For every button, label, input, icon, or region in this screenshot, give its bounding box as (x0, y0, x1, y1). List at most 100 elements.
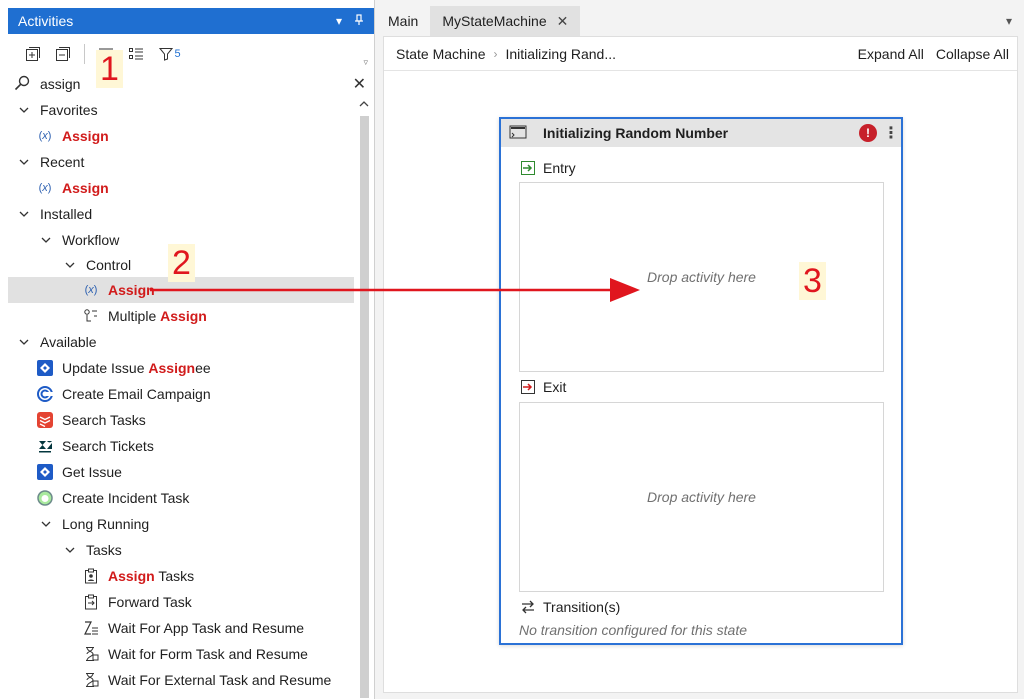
tree-item-label: Get Issue (62, 464, 122, 480)
tree-item-get-issue[interactable]: Get Issue (8, 459, 354, 485)
tab-label: MyStateMachine (442, 13, 547, 29)
chevron-down-icon[interactable] (40, 518, 52, 530)
panel-header: Activities ▾ (8, 8, 374, 34)
chevron-down-icon[interactable] (18, 156, 30, 168)
tree-group-label: Recent (40, 154, 85, 170)
expand-all-button[interactable]: Expand All (858, 46, 924, 62)
detail-view-icon[interactable] (125, 43, 147, 65)
tree-group-label: Control (86, 257, 132, 273)
chevron-down-icon[interactable] (18, 104, 30, 116)
tree-scrollbar[interactable] (357, 98, 371, 699)
tree-item-create-email-campaign[interactable]: Create Email Campaign (8, 381, 354, 407)
tree-item-create-incident-task[interactable]: Create Incident Task (8, 485, 354, 511)
campaign-icon (36, 385, 54, 403)
chevron-down-icon[interactable] (18, 336, 30, 348)
todoist-icon (36, 411, 54, 429)
search-input[interactable]: assign (40, 76, 80, 92)
tree-item-wait-form-task[interactable]: Wait for Form Task and Resume (8, 641, 354, 667)
variable-icon: (x) (38, 130, 52, 142)
chevron-down-icon[interactable]: ▾ (336, 14, 342, 29)
clear-search-icon[interactable]: ✕ (353, 74, 366, 94)
tree-item-search-tickets[interactable]: Search Tickets (8, 433, 354, 459)
close-tab-icon[interactable]: ✕ (557, 13, 569, 30)
state-activity[interactable]: Initializing Random Number ! ⋮ Entry Dro… (499, 117, 903, 645)
tabs-overflow-icon[interactable]: ▾ (1006, 6, 1012, 36)
tree-item-label: Assign Tasks (108, 568, 194, 584)
zendesk-icon (36, 437, 54, 455)
state-title: Initializing Random Number (543, 125, 729, 141)
scroll-up-icon[interactable] (359, 100, 369, 111)
tree-item-label: Multiple Assign (108, 308, 207, 324)
forward-task-icon (82, 593, 100, 611)
drop-hint: Drop activity here (647, 269, 756, 285)
tree-item-assign-tasks[interactable]: Assign Tasks (8, 563, 354, 589)
tree-group-tasks[interactable]: Tasks (8, 537, 354, 563)
tree-item-label: Search Tickets (62, 438, 154, 454)
chevron-down-icon[interactable] (18, 208, 30, 220)
breadcrumb: State Machine › Initializing Rand... Exp… (384, 37, 1017, 71)
tab-main[interactable]: Main (376, 6, 430, 36)
error-icon[interactable]: ! (859, 124, 877, 142)
filter-icon[interactable]: 5 (155, 43, 185, 65)
label-match: Assign (108, 568, 155, 584)
hourglass-icon (82, 645, 100, 663)
activities-toolbar: 5 ▿ (8, 38, 374, 70)
search-icon (14, 75, 30, 94)
tab-mystatemachine[interactable]: MyStateMachine ✕ (430, 6, 581, 36)
annotation-step-1: 1 (96, 50, 123, 88)
activities-panel: Activities ▾ 5 ▿ assign ✕ Favorites (x … (0, 0, 375, 699)
tree-item-update-issue-assignee[interactable]: Update Issue Assignee (8, 355, 354, 381)
jira-icon (36, 463, 54, 481)
collapse-all-button[interactable]: Collapse All (936, 46, 1009, 62)
entry-label: Entry (543, 160, 576, 176)
tree-item-multiple-assign[interactable]: Multiple Assign (8, 303, 354, 329)
more-options-icon[interactable]: ⋮ (883, 123, 899, 143)
tree-group-installed[interactable]: Installed (8, 201, 354, 227)
label-prefix: Update Issue (62, 360, 149, 376)
tree-item-search-tasks[interactable]: Search Tasks (8, 407, 354, 433)
tree-item-label: Assign (62, 128, 109, 144)
breadcrumb-current[interactable]: Initializing Rand... (506, 46, 617, 62)
entry-icon (519, 159, 537, 177)
hourglass-icon (82, 671, 100, 689)
tree-item-label: Create Email Campaign (62, 386, 211, 402)
collapse-all-icon[interactable] (52, 43, 74, 65)
tree-item-favorite-assign[interactable]: (x) Assign (8, 123, 354, 149)
panel-title: Activities (18, 13, 74, 29)
entry-dropzone[interactable]: Drop activity here (519, 182, 884, 372)
state-icon (509, 124, 527, 143)
tree-group-label: Workflow (62, 232, 120, 248)
tree-item-wait-external-task[interactable]: Wait For External Task and Resume (8, 667, 354, 693)
activities-tree: Favorites (x) Assign Recent (x) Assign I… (8, 97, 354, 699)
chevron-down-icon[interactable] (40, 234, 52, 246)
no-transition-hint: No transition configured for this state (519, 622, 748, 638)
chevron-down-icon[interactable] (64, 259, 76, 271)
tree-group-recent[interactable]: Recent (8, 149, 354, 175)
task-clipboard-icon (82, 567, 100, 585)
annotation-step-2: 2 (168, 244, 195, 282)
chevron-down-icon[interactable] (64, 544, 76, 556)
tree-group-label: Favorites (40, 102, 98, 118)
multiple-assign-icon (82, 307, 100, 325)
scrollbar-thumb[interactable] (360, 116, 369, 698)
tree-group-long-running[interactable]: Long Running (8, 511, 354, 537)
tree-item-wait-app-task[interactable]: Wait For App Task and Resume (8, 615, 354, 641)
tree-item-recent-assign[interactable]: (x) Assign (8, 175, 354, 201)
expand-all-icon[interactable] (22, 43, 44, 65)
entry-section-label: Entry (519, 159, 576, 177)
exit-dropzone[interactable]: Drop activity here (519, 402, 884, 592)
tree-group-label: Tasks (86, 542, 122, 558)
label-suffix: Tasks (154, 568, 195, 584)
tree-group-favorites[interactable]: Favorites (8, 97, 354, 123)
search-bar: assign ✕ (8, 72, 374, 96)
exit-icon (519, 378, 537, 396)
annotation-step-3: 3 (799, 262, 826, 300)
transitions-label: Transition(s) (543, 599, 621, 615)
tree-item-label: Forward Task (108, 594, 192, 610)
tree-group-available[interactable]: Available (8, 329, 354, 355)
pin-icon[interactable] (354, 13, 364, 29)
exit-section-label: Exit (519, 378, 566, 396)
tree-item-forward-task[interactable]: Forward Task (8, 589, 354, 615)
breadcrumb-root[interactable]: State Machine (396, 46, 486, 62)
toolbar-overflow-icon[interactable]: ▿ (363, 57, 368, 68)
